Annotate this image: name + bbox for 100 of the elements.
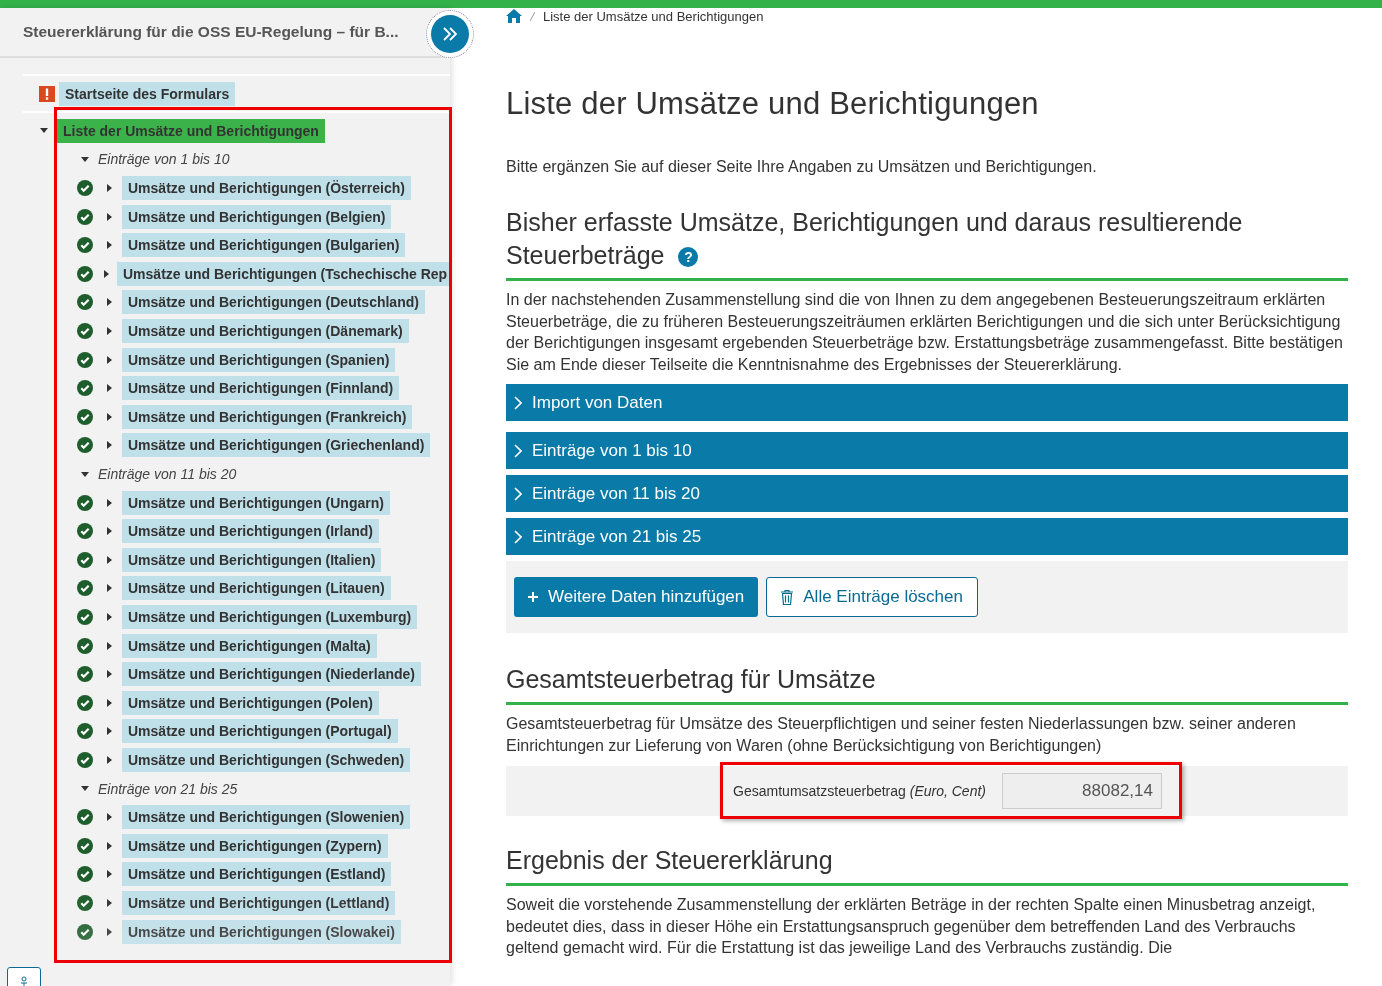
nav-item[interactable]: Umsätze und Berichtigungen (Luxemburg) [122,605,418,629]
caret-right-icon[interactable] [104,440,114,451]
caret-right-icon[interactable] [104,211,114,222]
check-circle-icon [77,408,93,425]
field-label: Gesamtumsatzsteuerbetrag (Euro, Cent) [733,783,986,799]
section-heading: Bisher erfasste Umsätze, Berichtigungen und daraus resultierende Steuerbeträge ? [506,206,1348,281]
nav-item[interactable]: Umsätze und Berichtigungen (Deutschland) [122,290,425,315]
caret-right-icon[interactable] [104,183,114,194]
section-heading: Gesamtsteuerbetrag für Umsätze [506,663,1348,705]
caret-right-icon[interactable] [104,326,114,337]
nav-item[interactable]: Liste der Umsätze und Berichtigungen [57,118,325,143]
nav-item[interactable]: Umsätze und Berichtigungen (Ungarn) [122,490,390,515]
nav-item[interactable]: Umsätze und Berichtigungen (Italien) [122,547,382,572]
nav-item[interactable]: Umsätze und Berichtigungen (Lettland) [122,890,396,915]
nav-item[interactable]: Umsätze und Berichtigungen (Niederlande) [122,662,422,687]
check-circle-icon [77,437,93,454]
nav-item[interactable]: Umsätze und Berichtigungen (Belgien) [122,204,392,229]
nav-item[interactable]: Umsätze und Berichtigungen (Österreich) [122,176,411,201]
caret-right-icon[interactable] [104,840,114,851]
delete-button[interactable]: Alle Einträge löschen [766,577,978,617]
caret-right-icon[interactable] [104,297,114,308]
section-text: In der nachstehenden Zusammenstellung sind die von Ihnen zu dem angegebenen Besteuerungszeitraum erklärten Steuerbeträge, die zu früheren Besteuerungszeiträumen erklärten Berichtigungen und die sich unter Berücksichtigung der Berichtigungen insgesamt ergebenden Steuerbeträge bzw. Erstattungsbeträge zusammengefasst. Bitte bestätigen Sie am Ende dieser Teilseite die Kenntnisnahme des Ergebnisses der Steuererklärung. [506,290,1344,375]
group-label[interactable]: Einträge von 1 bis 10 [98,151,230,168]
home-icon[interactable] [506,9,522,23]
check-circle-icon [77,294,93,311]
nav-item[interactable]: Umsätze und Berichtigungen (Schweden) [122,747,411,772]
section-text: Gesamtsteuerbetrag für Umsätze des Steuerpflichtigen und seiner festen Niederlassungen bzw. seiner anderen Einrichtungen zur Lieferung von Waren (ohne Berücksichtigung von Berichtigungen) [506,714,1297,756]
check-circle-icon [77,380,93,397]
nav-item[interactable]: Umsätze und Berichtigungen (Griechenland) [122,433,431,458]
check-circle-icon [77,609,93,625]
nav-item[interactable]: Umsätze und Berichtigungen (Frankreich) [122,404,413,429]
accordion-header[interactable]: Einträge von 21 bis 25 [506,518,1348,555]
check-circle-icon [77,237,93,254]
nav-item[interactable]: Umsätze und Berichtigungen (Estland) [122,862,392,887]
caret-right-icon[interactable] [104,754,114,765]
add-button[interactable]: Weitere Daten hinzufügen [514,577,759,617]
section-heading: Ergebnis der Steuererklärung [506,844,1348,886]
nav-item[interactable]: Startseite des Formulars [59,82,236,107]
caret-right-icon[interactable] [104,383,114,394]
nav-item[interactable]: Umsätze und Berichtigungen (Slowakei) [122,919,401,944]
caret-right-icon[interactable] [104,869,114,880]
caret-right-icon[interactable] [104,583,114,594]
caret-right-icon[interactable] [104,554,114,565]
person-icon [20,976,28,986]
check-circle-icon [77,809,93,826]
caret-right-icon[interactable] [104,497,114,508]
caret-right-icon[interactable] [104,240,114,251]
check-circle-icon [77,751,93,768]
accordion-header[interactable]: Einträge von 1 bis 10 [506,432,1348,469]
caret-right-icon[interactable] [104,669,114,680]
amount-field[interactable]: 88082,14 [1002,773,1162,809]
page-title: Liste der Umsätze und Berichtigungen [506,86,1040,122]
check-circle-icon [77,180,93,197]
accordion-header[interactable]: Import von Daten [506,384,1348,421]
nav-item[interactable]: Umsätze und Berichtigungen (Dänemark) [122,319,409,344]
caret-right-icon[interactable] [104,411,114,422]
trash-icon [781,589,794,605]
nav-item[interactable]: Umsätze und Berichtigungen (Irland) [122,519,379,544]
accordion-header[interactable]: Einträge von 11 bis 20 [506,475,1348,512]
caret-right-icon[interactable] [104,612,114,622]
caret-right-icon[interactable] [104,268,109,279]
double-chevron-icon [442,27,458,41]
nav-item[interactable]: Umsätze und Berichtigungen (Polen) [122,690,379,715]
caret-right-icon[interactable] [104,726,114,737]
nav-item[interactable]: Umsätze und Berichtigungen (Slowenien) [122,805,411,830]
caret-right-icon[interactable] [104,812,114,823]
caret-right-icon[interactable] [104,897,114,908]
group-label[interactable]: Einträge von 21 bis 25 [98,780,238,797]
nav-item[interactable]: Umsätze und Berichtigungen (Portugal) [122,719,398,744]
check-circle-icon [77,866,93,883]
group-label[interactable]: Einträge von 11 bis 20 [98,466,237,482]
caret-right-icon[interactable] [104,526,114,537]
expand-button[interactable] [426,10,474,58]
chevron-right-icon [514,395,522,410]
intro-text: Bitte ergänzen Sie auf dieser Seite Ihre Angaben zu Umsätzen und Berichtigungen. [506,158,1098,176]
caret-right-icon[interactable] [104,697,114,708]
nav-item[interactable]: Umsätze und Berichtigungen (Malta) [122,633,377,658]
section-text: Soweit die vorstehende Zusammenstellung der erklärten Beträge in der rechten Spalte einen Minusbetrag anzeigt, bedeutet dies, dass in dieser Höhe ein Erstattungsanspruch gegenüber dem betreffenden Land des Verbrauchs geltend gemacht wird. Für die Erstattung ist das jeweilige Land des Verbrauchs zuständig. Die [506,895,1317,958]
form-title: Steuererklärung für die OSS EU-Regelung – für B... [23,23,399,41]
caret-right-icon[interactable] [104,926,114,937]
help-button[interactable]: ? [678,247,699,268]
check-circle-icon [77,637,93,654]
breadcrumb-item[interactable]: Liste der Umsätze und Berichtigungen [543,8,764,24]
nav-item[interactable]: Umsätze und Berichtigungen (Zypern) [122,833,388,858]
check-circle-icon [77,323,93,340]
check-circle-icon [77,523,93,540]
nav-item[interactable]: Umsätze und Berichtigungen (Finnland) [122,376,400,401]
check-circle-icon [77,208,93,225]
nav-item[interactable]: Umsätze und Berichtigungen (Litauen) [122,576,391,601]
chevron-right-icon [514,443,522,458]
chevron-right-icon [514,486,522,501]
check-circle-icon [77,551,93,568]
check-circle-icon [77,694,93,711]
plus-icon [528,592,538,602]
nav-item[interactable]: Umsätze und Berichtigungen (Spanien) [122,347,396,372]
caret-right-icon[interactable] [104,354,114,365]
caret-down-icon[interactable] [80,469,90,479]
caret-right-icon[interactable] [104,640,114,651]
check-circle-icon [77,580,93,597]
nav-item[interactable]: Umsätze und Berichtigungen (Bulgarien) [122,233,406,258]
